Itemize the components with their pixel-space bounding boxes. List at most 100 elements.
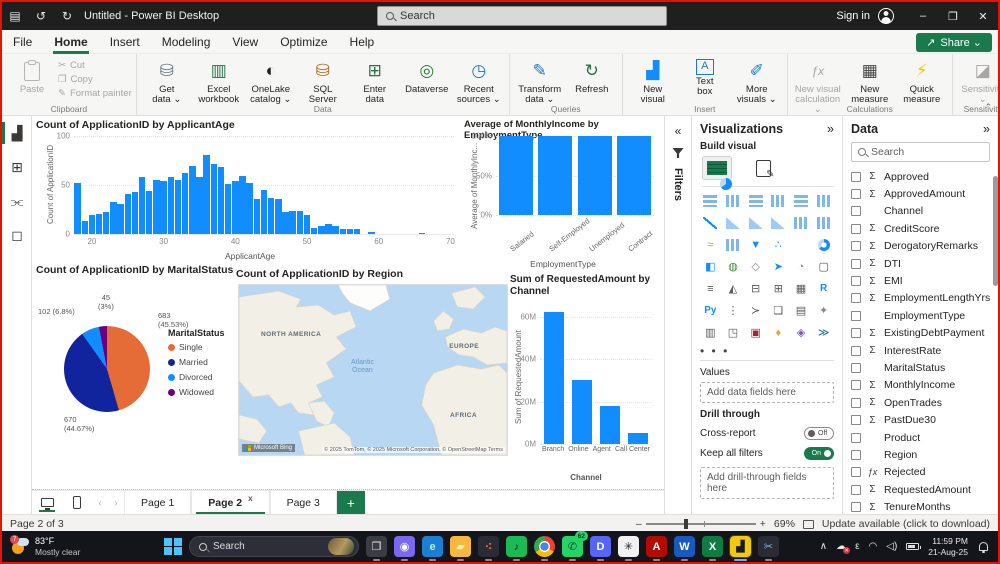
field-product[interactable]: Product [851, 429, 990, 446]
r-script-visual-icon[interactable]: R [813, 281, 834, 296]
field-region[interactable]: Region [851, 446, 990, 463]
field-approved[interactable]: Σ Approved [851, 168, 990, 185]
hist-bar[interactable] [275, 198, 282, 234]
restore-button[interactable]: ❐ [938, 2, 968, 30]
line-and-stacked-column-chart-icon[interactable] [791, 215, 812, 230]
hist-bar[interactable] [146, 190, 153, 234]
edge-icon[interactable]: e [422, 536, 443, 561]
expand-filters-icon[interactable]: « [675, 124, 682, 138]
hist-bar[interactable] [346, 229, 354, 234]
hist-bar[interactable] [103, 212, 110, 234]
hist-bar[interactable] [325, 224, 332, 234]
field-interestrate[interactable]: Σ InterestRate [851, 342, 990, 359]
ribbon-textbutton[interactable]: A Text box [679, 56, 731, 97]
python-visual-icon[interactable]: Py [700, 303, 721, 318]
ribbon-chart-icon[interactable] [768, 215, 789, 230]
visual-channel-bar[interactable]: Sum of RequestedAmount by Channel Sum of… [510, 274, 662, 488]
zoom-slider[interactable]: – + [636, 518, 766, 530]
hist-bar[interactable] [253, 198, 261, 234]
excel-icon[interactable]: X [702, 536, 723, 561]
mobile-layout-icon[interactable] [62, 491, 92, 514]
hist-bar[interactable] [117, 203, 124, 234]
field-checkbox[interactable] [851, 449, 861, 460]
hist-bar[interactable] [131, 191, 139, 234]
ribbon-sqlbutton[interactable]: ⛁ SQL Server [297, 56, 349, 105]
field-checkbox[interactable] [851, 345, 861, 356]
filters-pane-title[interactable]: Filters [672, 168, 684, 201]
whatsapp-icon[interactable]: ✆ 62 [562, 531, 588, 561]
hist-bar[interactable] [181, 173, 189, 234]
hist-bar[interactable] [418, 233, 425, 234]
hist-bar[interactable] [289, 211, 296, 234]
field-requestedamount[interactable]: Σ RequestedAmount [851, 481, 990, 498]
pin-map-icon[interactable]: ♦ [768, 325, 789, 340]
field-derogatoryremarks[interactable]: Σ DerogatoryRemarks [851, 238, 990, 255]
menu-tab-file[interactable]: File [2, 32, 43, 52]
field-employmentlengthyrs[interactable]: Σ EmploymentLengthYrs [851, 290, 990, 307]
field-checkbox[interactable] [851, 258, 861, 269]
donut-chart-icon[interactable] [813, 237, 834, 252]
field-checkbox[interactable] [851, 484, 861, 495]
visual-age-histogram[interactable]: Count of ApplicationID by ApplicantAge C… [36, 119, 464, 261]
power-automate-icon[interactable]: ≫ [813, 325, 834, 340]
sign-in-link[interactable]: Sign in [836, 10, 870, 22]
taskbar-search[interactable]: Search [189, 536, 359, 557]
field-checkbox[interactable] [851, 293, 861, 304]
field-employmenttype[interactable]: EmploymentType [851, 307, 990, 324]
hist-bar[interactable] [224, 184, 232, 234]
data-search-input[interactable]: Search [851, 142, 990, 162]
menu-tab-modeling[interactable]: Modeling [151, 32, 222, 52]
hist-bar[interactable] [260, 189, 268, 234]
treemap-icon[interactable]: ◧ [700, 259, 721, 274]
report-view-icon[interactable]: ▟ [2, 116, 32, 150]
q-and-a-icon[interactable]: ❑ [768, 303, 789, 318]
acrobat-icon[interactable]: A [646, 536, 667, 561]
field-channel[interactable]: Channel [851, 203, 990, 220]
page-tab-page-3[interactable]: Page 3 [269, 491, 337, 514]
menu-tab-view[interactable]: View [221, 32, 269, 52]
dax-query-view-icon[interactable]: ◻ [2, 218, 32, 252]
kpi-icon[interactable]: ◭ [723, 281, 744, 296]
hist-bar[interactable] [332, 226, 339, 234]
close-page-icon[interactable]: x [248, 494, 252, 503]
menu-tab-insert[interactable]: Insert [99, 32, 151, 52]
ribbon-excelbutton[interactable]: ▥ Excel workbook [193, 56, 245, 105]
fit-to-page-icon[interactable] [802, 519, 814, 529]
tray-chevron-icon[interactable]: ∧ [820, 541, 827, 552]
hist-bar[interactable] [196, 177, 203, 234]
ribbon-enterbutton[interactable]: ⊞ Enter data [349, 56, 401, 105]
clustered-bar-chart-icon[interactable] [745, 193, 766, 208]
battery-icon[interactable] [906, 543, 922, 550]
hist-bar[interactable] [296, 211, 304, 234]
hist-bar[interactable] [310, 228, 318, 234]
pie-chart-icon[interactable] [720, 178, 812, 252]
update-available-link[interactable]: Update available (click to download) [822, 518, 990, 530]
hist-bar[interactable] [282, 212, 289, 234]
emp-bar-self-employed[interactable] [538, 136, 573, 215]
account-avatar[interactable] [878, 8, 894, 24]
keep-all-filters-toggle[interactable]: On [804, 447, 834, 460]
redo-icon[interactable]: ↻ [54, 9, 80, 23]
ribbon-quickbutton[interactable]: ⚡ Quick measure [896, 56, 948, 105]
field-checkbox[interactable] [851, 362, 861, 373]
hist-bar[interactable] [88, 215, 96, 234]
hist-bar[interactable] [217, 167, 225, 234]
stacked-bar-chart-icon[interactable] [700, 193, 721, 208]
page-tab-page-2[interactable]: Page 2x [191, 491, 270, 514]
hist-bar[interactable] [153, 180, 160, 234]
discord-icon[interactable]: D [590, 536, 611, 561]
hist-bar[interactable] [138, 177, 146, 234]
menu-tab-help[interactable]: Help [339, 32, 386, 52]
language-indicator[interactable]: ε [855, 541, 859, 552]
hist-bar[interactable] [267, 197, 275, 234]
save-icon[interactable]: ▤ [2, 9, 28, 23]
field-checkbox[interactable] [851, 432, 861, 443]
field-dti[interactable]: Σ DTI [851, 255, 990, 272]
start-button[interactable] [164, 537, 182, 556]
hist-bar[interactable] [232, 181, 239, 234]
scatter-chart-icon[interactable]: ∴ [768, 237, 789, 252]
new-slicer-icon[interactable]: ⋮ [723, 303, 744, 318]
field-checkbox[interactable] [851, 467, 861, 478]
decomposition-tree-icon[interactable]: ≻ [745, 303, 766, 318]
field-checkbox[interactable] [851, 310, 861, 321]
